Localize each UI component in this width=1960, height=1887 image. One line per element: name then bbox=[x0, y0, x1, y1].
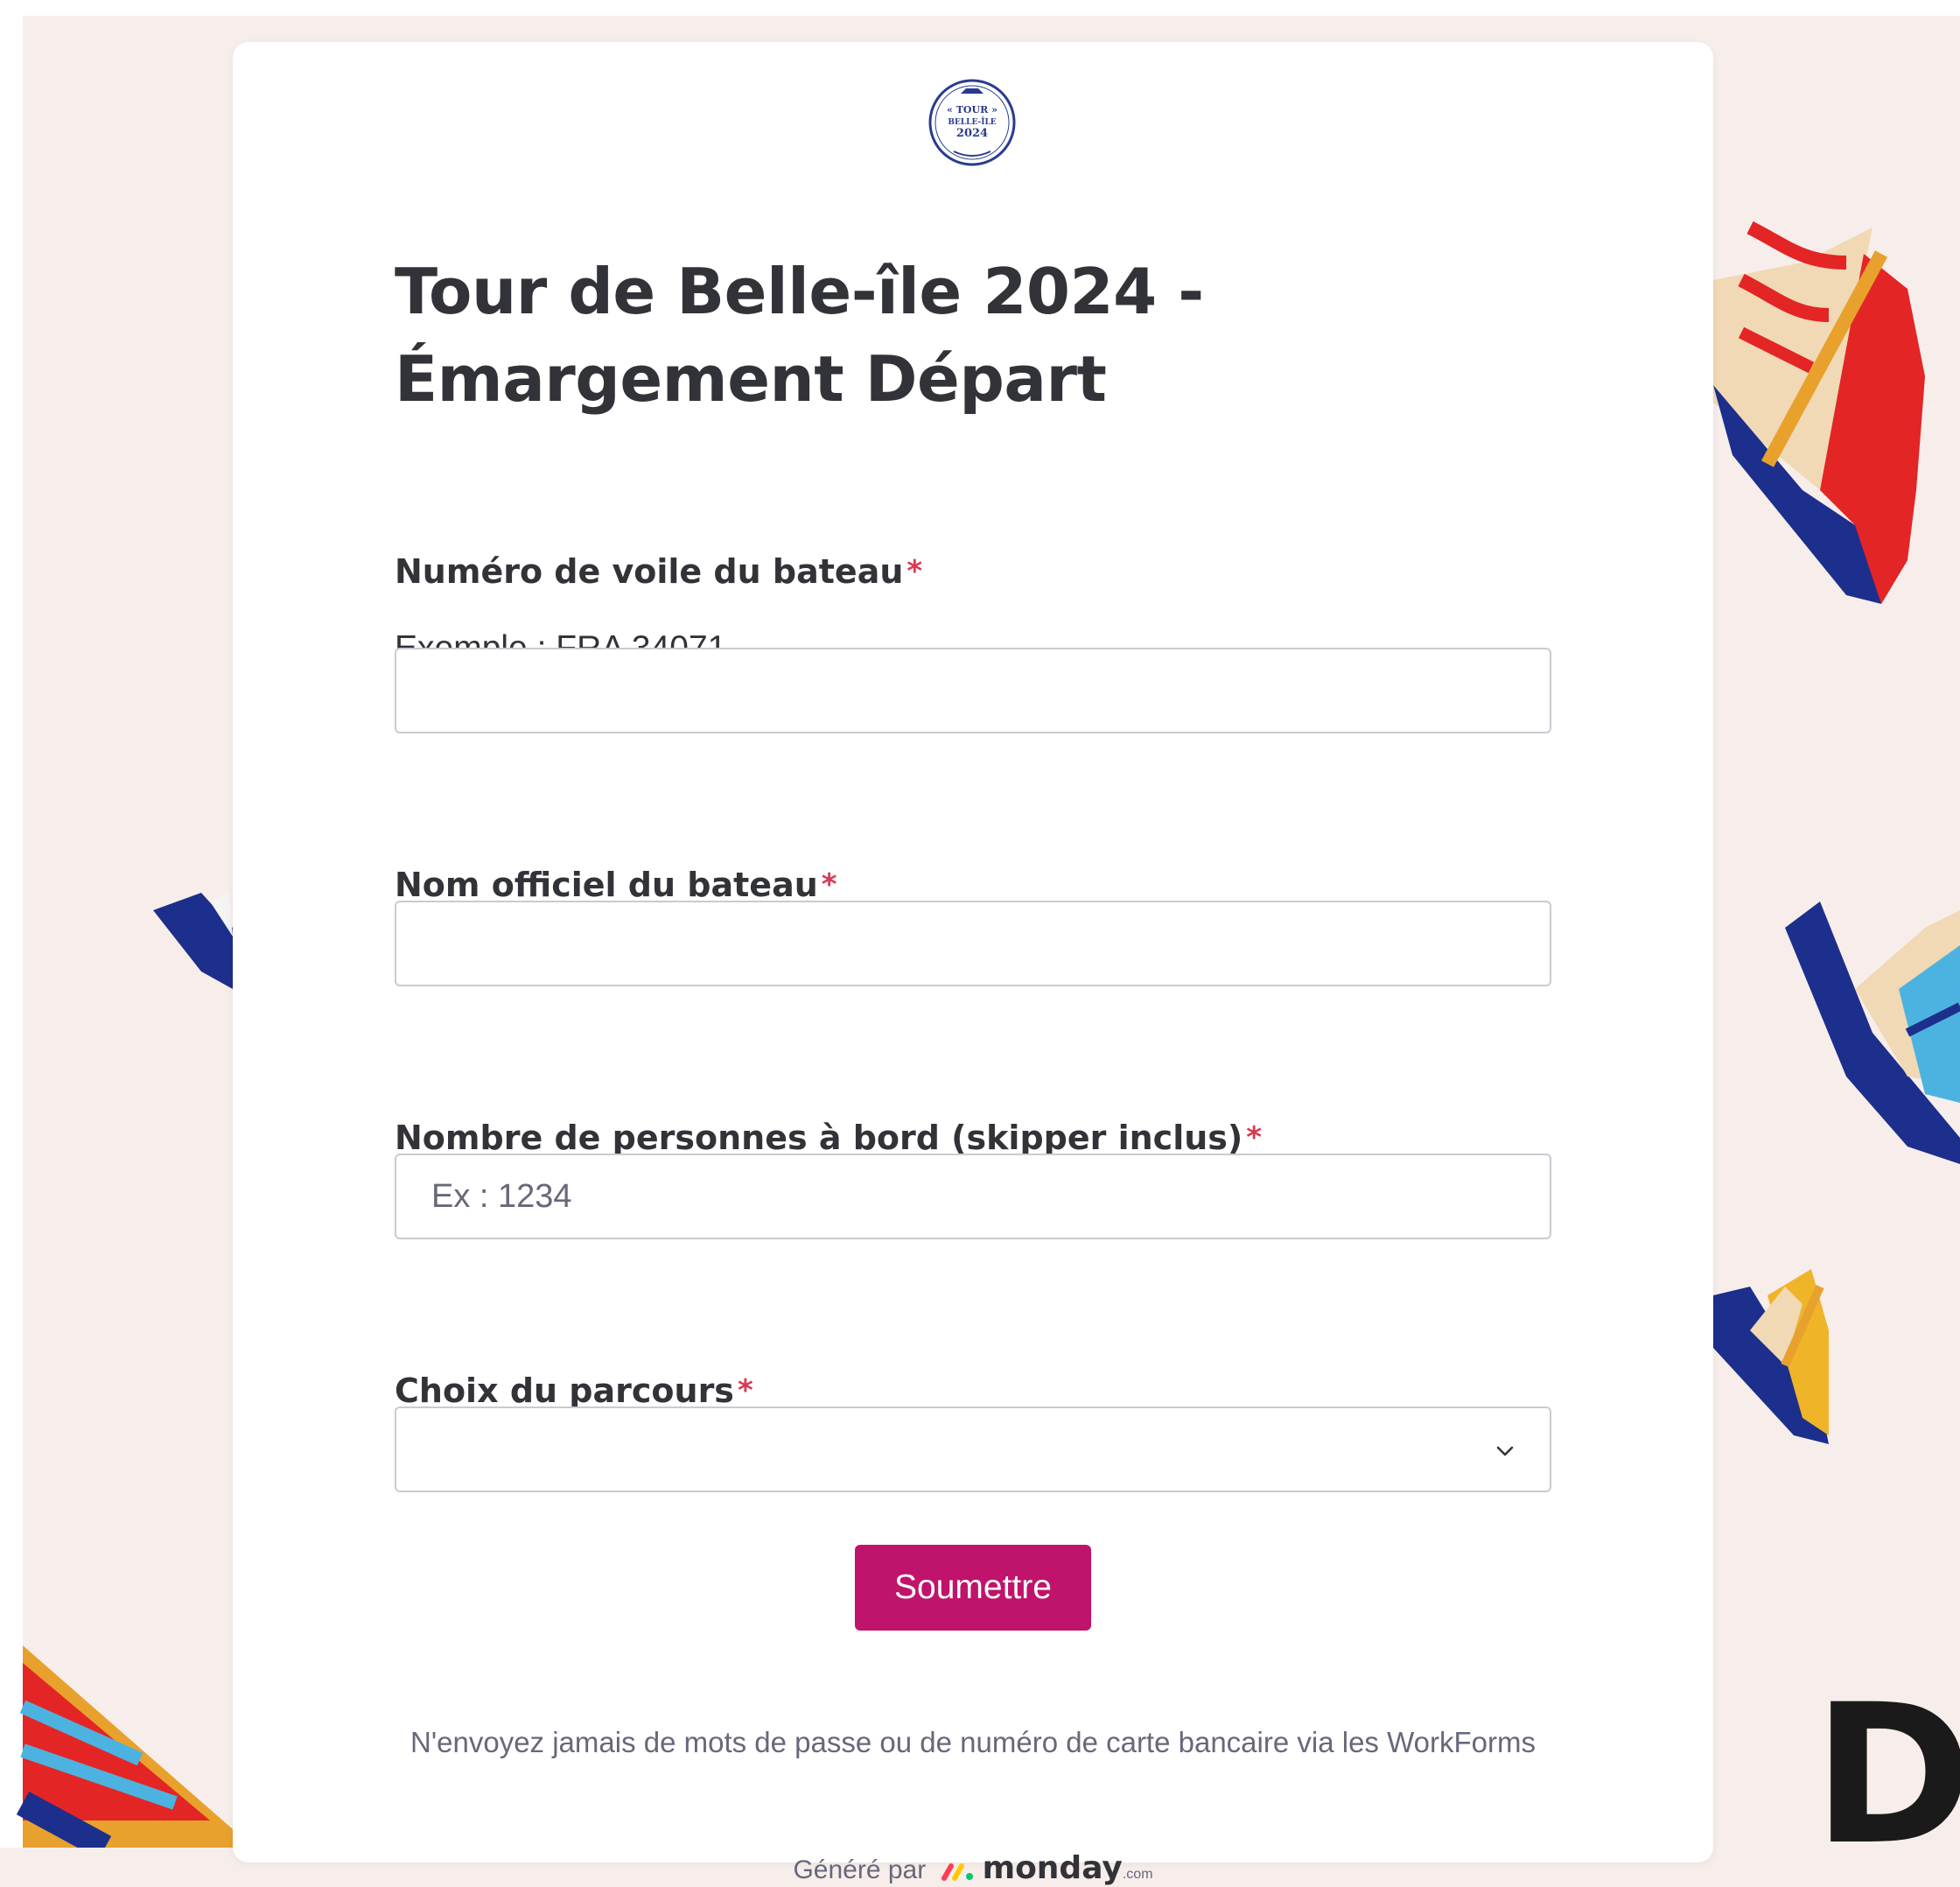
form-title-line2: Émargement Départ bbox=[395, 342, 1107, 416]
boat-name-input[interactable] bbox=[395, 901, 1551, 986]
submit-button[interactable]: Soumettre bbox=[855, 1545, 1091, 1631]
required-asterisk: * bbox=[821, 867, 837, 902]
svg-text:« TOUR »: « TOUR » bbox=[947, 104, 998, 116]
chevron-down-icon bbox=[1496, 1446, 1514, 1456]
background-partial-letter: D bbox=[1813, 1663, 1960, 1887]
form-card: « TOUR » BELLE-ÎLE 2024 Tour de Belle-îl… bbox=[233, 42, 1713, 1886]
required-asterisk: * bbox=[1246, 1120, 1263, 1155]
svg-text:BELLE-ÎLE: BELLE-ÎLE bbox=[948, 116, 996, 127]
monday-logo-icon bbox=[941, 1863, 973, 1882]
powered-by-text: Généré par bbox=[793, 1855, 927, 1884]
sailboat-illustration-middle-left bbox=[153, 893, 233, 989]
form-title: Tour de Belle-île 2024 - Émargement Dépa… bbox=[395, 248, 1532, 423]
svg-text:2024: 2024 bbox=[956, 127, 988, 140]
powered-by-footer: Généré par monday.com bbox=[233, 1850, 1713, 1886]
monday-brand: monday bbox=[982, 1850, 1123, 1886]
monday-brand-suffix: .com bbox=[1122, 1867, 1153, 1882]
sail-number-input[interactable] bbox=[395, 648, 1551, 733]
required-asterisk: * bbox=[737, 1373, 753, 1408]
sail-number-label: Numéro de voile du bateau * bbox=[395, 552, 923, 591]
required-asterisk: * bbox=[906, 554, 923, 589]
sailboat-illustration-middle-right bbox=[1785, 901, 1960, 1164]
course-select[interactable] bbox=[395, 1406, 1551, 1492]
sailboat-illustration-bottom-left bbox=[16, 1645, 233, 1848]
tour-belle-ile-logo: « TOUR » BELLE-ÎLE 2024 bbox=[928, 79, 1016, 166]
sailboat-illustration-top-right bbox=[1713, 221, 1925, 604]
crew-count-input[interactable] bbox=[395, 1154, 1551, 1239]
sailboat-illustration-lower-right bbox=[1713, 1269, 1829, 1444]
form-title-line1: Tour de Belle-île 2024 - bbox=[395, 255, 1204, 328]
security-disclaimer: N'envoyez jamais de mots de passe ou de … bbox=[410, 1726, 1536, 1758]
